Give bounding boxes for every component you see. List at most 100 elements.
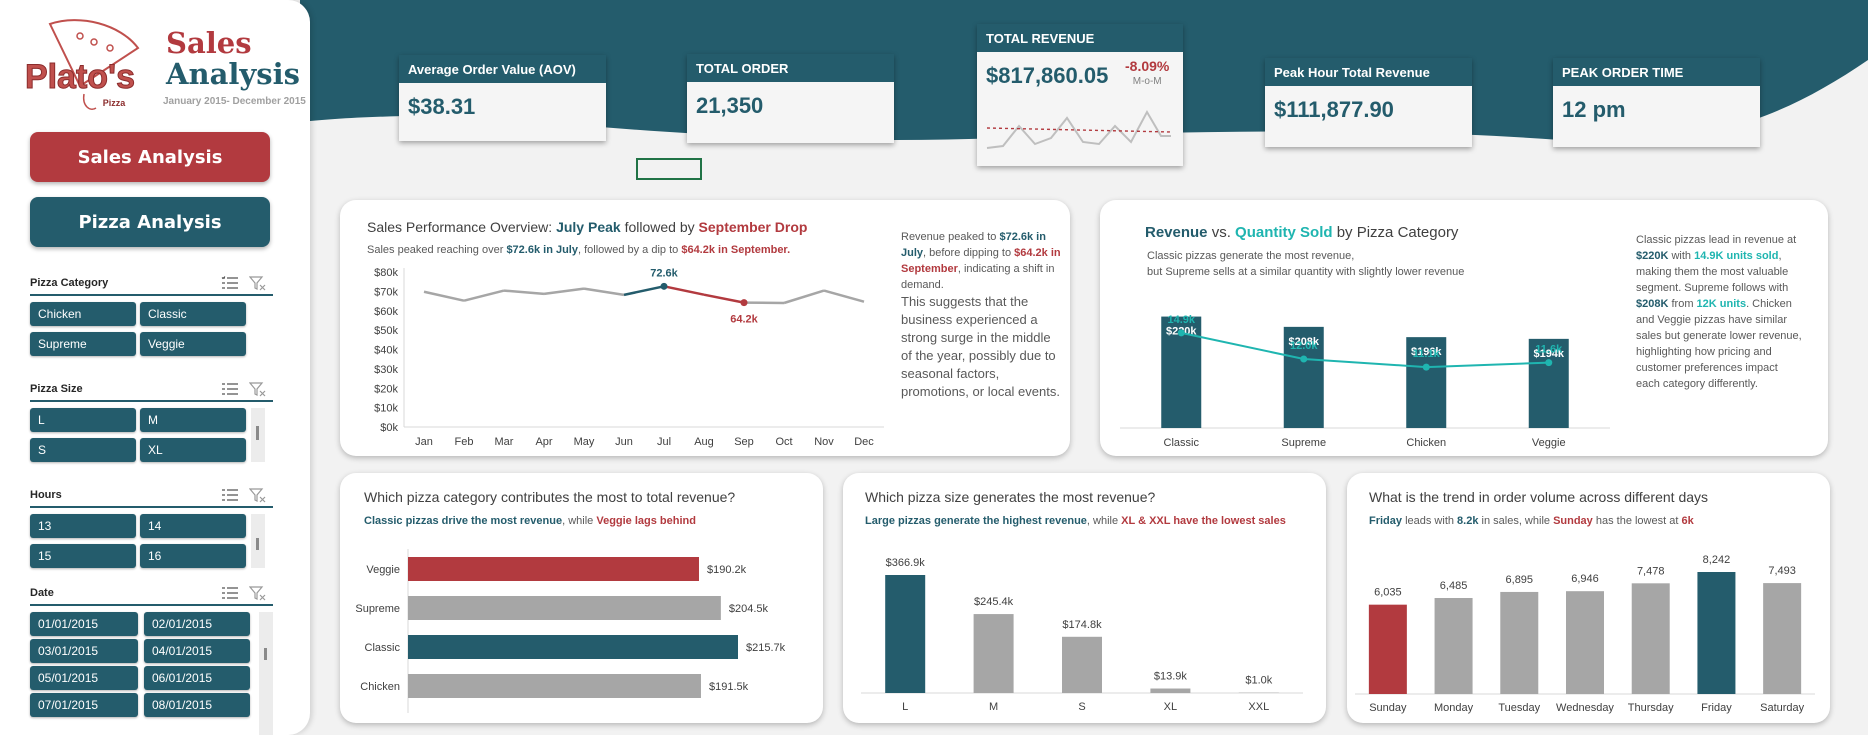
x-tick-label: Mar (495, 436, 514, 448)
y-tick-label: $40k (374, 345, 398, 357)
bar (1062, 636, 1102, 693)
series-line-segment (783, 289, 825, 305)
panel-title: Sales Performance Overview: July Peak fo… (367, 219, 808, 235)
panel-title: Revenue vs. Quantity Sold by Pizza Categ… (1145, 224, 1459, 241)
mom-change-label: M-o-M (1132, 76, 1162, 87)
y-tick-label: $60k (374, 306, 398, 318)
slicer-item[interactable]: 16 (140, 544, 246, 568)
slicer-item[interactable]: M (140, 408, 246, 432)
pizza-analysis-button[interactable]: Pizza Analysis (30, 197, 270, 247)
category-narrative: Classic pizzas lead in revenue at $220K … (1636, 234, 1802, 390)
clear-filter-icon[interactable] (249, 275, 267, 291)
x-tick-label: Nov (814, 436, 834, 448)
y-tick-label: Supreme (355, 603, 400, 615)
x-tick-label: Wednesday (1556, 702, 1614, 714)
x-tick-label: Jun (615, 436, 633, 448)
multi-select-icon[interactable] (221, 487, 239, 503)
data-label-drop: 64.2k (730, 314, 758, 326)
panel-subtitle: Classic pizzas generate the most revenue… (1147, 250, 1465, 278)
category-combo-chart: $220kClassic$208kSupreme$196kChicken$194… (1120, 314, 1610, 449)
scrollbar[interactable] (251, 408, 265, 462)
bar (408, 674, 701, 698)
x-tick-label: Aug (694, 436, 714, 448)
slicer-item[interactable]: 01/01/2015 (30, 612, 138, 636)
data-point-peak (660, 282, 668, 290)
slicer-item[interactable]: Chicken (30, 302, 136, 326)
sales-analysis-button[interactable]: Sales Analysis (30, 132, 270, 182)
bar (408, 596, 721, 620)
kpi-label: PEAK ORDER TIME (1553, 58, 1760, 86)
slicer-date: Date 01/01/2015 02/01/2015 03/01/2015 04… (30, 582, 273, 735)
bar (1500, 591, 1539, 694)
slicer-item[interactable]: XL (140, 438, 246, 462)
data-label-peak: 72.6k (650, 267, 678, 279)
slicer-item[interactable]: Veggie (140, 332, 246, 356)
slicer-item[interactable]: S (30, 438, 136, 462)
quantity-point (1300, 355, 1308, 363)
slicer-item[interactable]: 07/01/2015 (30, 693, 138, 717)
selected-cell[interactable] (636, 158, 702, 180)
bar-label: $215.7k (746, 642, 786, 654)
quantity-label: 11.1k (1413, 348, 1441, 360)
x-tick-label: Sep (734, 436, 754, 448)
multi-select-icon[interactable] (221, 275, 239, 291)
series-line-segment (423, 290, 465, 302)
panel-subtitle: Classic pizzas drive the most revenue, w… (364, 515, 696, 527)
x-tick-label: L (902, 701, 908, 713)
x-tick-label: Chicken (1406, 437, 1446, 449)
slicer-item[interactable]: 05/01/2015 (30, 666, 138, 690)
y-tick-label: $10k (374, 403, 398, 415)
quantity-line (1181, 331, 1549, 369)
kpi-label: Average Order Value (AOV) (399, 55, 606, 83)
slicer-pizza-size: Pizza Size L M S XL (30, 378, 273, 466)
mom-change-value: -8.09% (1125, 58, 1170, 74)
clear-filter-icon[interactable] (249, 487, 267, 503)
slicer-pizza-category: Pizza Category Chicken Classic Supreme V… (30, 272, 273, 360)
slicer-item[interactable]: Supreme (30, 332, 136, 356)
slicer-item[interactable]: 02/01/2015 (144, 612, 250, 636)
slicer-item[interactable]: L (30, 408, 136, 432)
panel-title: Which pizza size generates the most reve… (865, 489, 1156, 505)
quantity-label: 14.9k (1167, 314, 1195, 326)
y-tick-label: Chicken (360, 681, 400, 693)
platos-pizza-logo: Plato's Pizza (24, 19, 140, 110)
bar (1368, 604, 1407, 694)
x-tick-label: Sunday (1369, 702, 1407, 714)
y-tick-label: $30k (374, 364, 398, 376)
category-revenue-panel: Which pizza category contributes the mos… (340, 473, 823, 723)
bar-label: 6,485 (1440, 580, 1468, 592)
x-tick-label: Monday (1434, 702, 1474, 714)
series-line-segment (703, 293, 745, 304)
bar-label: 6,035 (1374, 587, 1402, 599)
slicer-item[interactable]: 03/01/2015 (30, 639, 138, 663)
slicer-item[interactable]: 04/01/2015 (144, 639, 250, 663)
x-tick-label: Dec (854, 436, 874, 448)
slicer-item[interactable]: 14 (140, 514, 246, 538)
slicer-item[interactable]: 13 (30, 514, 136, 538)
panel-subtitle: Friday leads with 8.2k in sales, while S… (1369, 515, 1694, 527)
x-tick-label: M (989, 701, 998, 713)
bar-label: $1.0k (1245, 675, 1272, 687)
bar (1566, 591, 1604, 694)
daily-orders-panel: What is the trend in order volume across… (1347, 473, 1830, 723)
data-point-drop (740, 299, 748, 307)
bar-label: 6,895 (1506, 574, 1534, 586)
kpi-card-peak-order-time: PEAK ORDER TIME 12 pm (1553, 58, 1760, 147)
quantity-point (1177, 329, 1185, 337)
kpi-card-aov: Average Order Value (AOV) $38.31 (399, 55, 606, 141)
slicer-item[interactable]: 06/01/2015 (144, 666, 250, 690)
sidebar: Plato's Pizza Sales Analysis January 201… (0, 0, 310, 735)
slicer-item[interactable]: 15 (30, 544, 136, 568)
multi-select-icon[interactable] (221, 585, 239, 601)
scrollbar[interactable] (251, 514, 265, 568)
multi-select-icon[interactable] (221, 381, 239, 397)
clear-filter-icon[interactable] (249, 585, 267, 601)
x-tick-label: Feb (455, 436, 474, 448)
slicer-item[interactable]: 08/01/2015 (144, 693, 250, 717)
scrollbar[interactable] (259, 612, 273, 735)
clear-filter-icon[interactable] (249, 381, 267, 397)
svg-text:Plato's: Plato's (25, 58, 135, 96)
slicer-item[interactable]: Classic (140, 302, 246, 326)
x-tick-label: Jan (415, 436, 433, 448)
category-revenue-bar-chart: Veggie $190.2k Supreme $204.5k Classic $215.7… (355, 549, 786, 713)
